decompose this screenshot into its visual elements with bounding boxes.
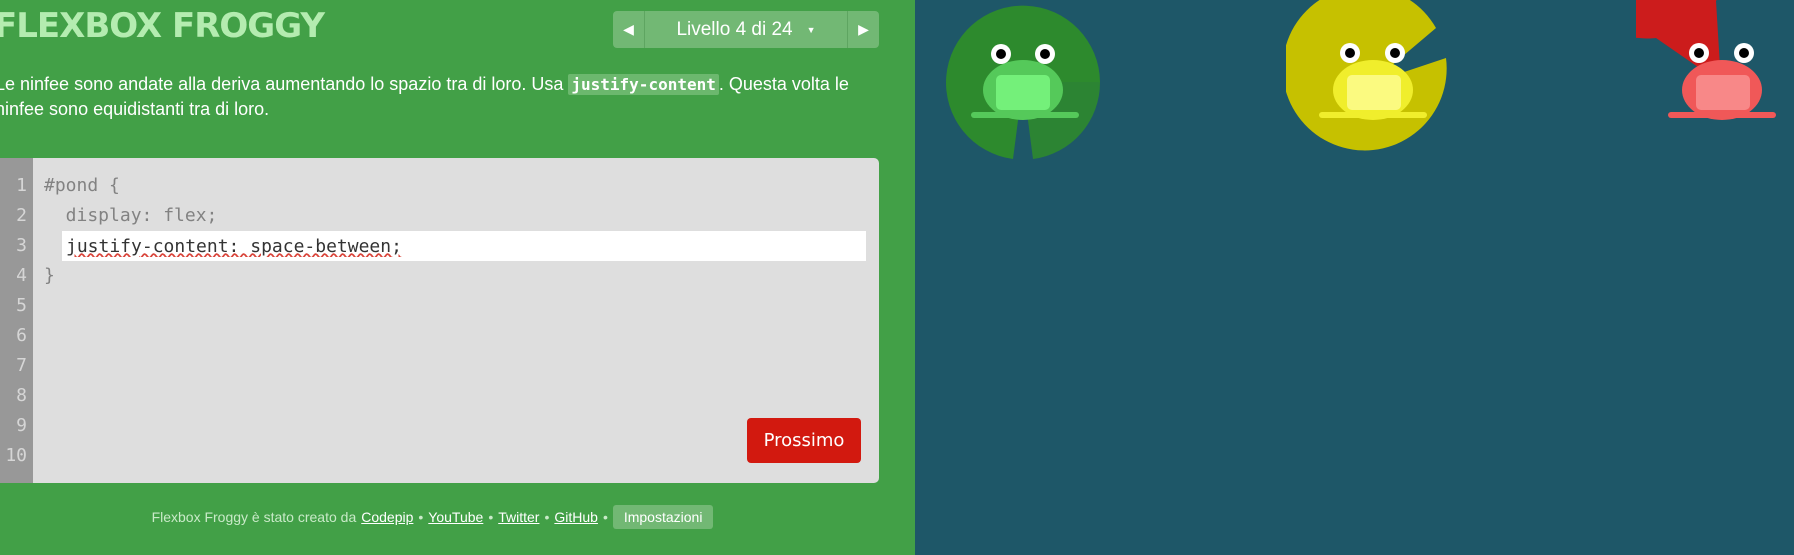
line-number: 6 — [16, 325, 27, 346]
separator: • — [602, 509, 608, 525]
level-navigation: ◀ Livello 4 di 24 ▼ ▶ — [613, 11, 879, 48]
line-number: 1 — [16, 175, 27, 196]
code-line-4: } — [44, 265, 55, 286]
code-editor: 1 2 3 4 5 6 7 8 9 10 #pond { display: fl… — [0, 158, 879, 483]
line-number: 10 — [5, 445, 27, 466]
next-button[interactable]: Prossimo — [747, 418, 861, 463]
separator: • — [544, 509, 550, 525]
code-line-1: #pond { — [44, 175, 120, 196]
next-level-button[interactable]: ▶ — [847, 11, 879, 48]
footer: Flexbox Froggy è stato creato da Codepip… — [0, 505, 865, 529]
red-lilypad-icon — [1636, 0, 1776, 120]
caret-down-icon: ▼ — [806, 24, 816, 35]
line-number: 9 — [16, 415, 27, 436]
code-line-2: display: flex; — [44, 205, 218, 226]
code-keyword: justify-content — [568, 74, 719, 95]
line-number-gutter: 1 2 3 4 5 6 7 8 9 10 — [0, 158, 33, 483]
level-dropdown[interactable]: Livello 4 di 24 ▼ — [645, 19, 847, 41]
line-number: 7 — [16, 355, 27, 376]
separator: • — [418, 509, 424, 525]
codepip-link[interactable]: Codepip — [361, 509, 413, 525]
app-title: FLEXBOX FROGGY — [0, 6, 325, 46]
triangle-right-icon: ▶ — [858, 21, 869, 37]
line-number: 4 — [16, 265, 27, 286]
instructions-text-start: Le ninfee sono andate alla deriva aument… — [0, 74, 569, 94]
youtube-link[interactable]: YouTube — [428, 509, 483, 525]
settings-button[interactable]: Impostazioni — [612, 505, 714, 529]
twitter-link[interactable]: Twitter — [498, 509, 539, 525]
level-label: Livello 4 di 24 — [676, 18, 793, 40]
sidebar: FLEXBOX FROGGY ◀ Livello 4 di 24 ▼ ▶ Le … — [0, 0, 915, 555]
level-instructions: Le ninfee sono andate alla deriva aument… — [0, 72, 885, 122]
yellow-lilypad-icon — [1286, 0, 1447, 151]
previous-level-button[interactable]: ◀ — [613, 11, 645, 48]
line-number: 2 — [16, 205, 27, 226]
line-number: 5 — [16, 295, 27, 316]
green-lilypad-icon — [946, 5, 1101, 159]
github-link[interactable]: GitHub — [554, 509, 598, 525]
line-number: 8 — [16, 385, 27, 406]
footer-credit: Flexbox Froggy è stato creato da — [151, 509, 357, 525]
line-number: 3 — [16, 235, 27, 256]
triangle-left-icon: ◀ — [623, 21, 634, 37]
css-code-input[interactable] — [62, 231, 866, 261]
separator: • — [488, 509, 494, 525]
